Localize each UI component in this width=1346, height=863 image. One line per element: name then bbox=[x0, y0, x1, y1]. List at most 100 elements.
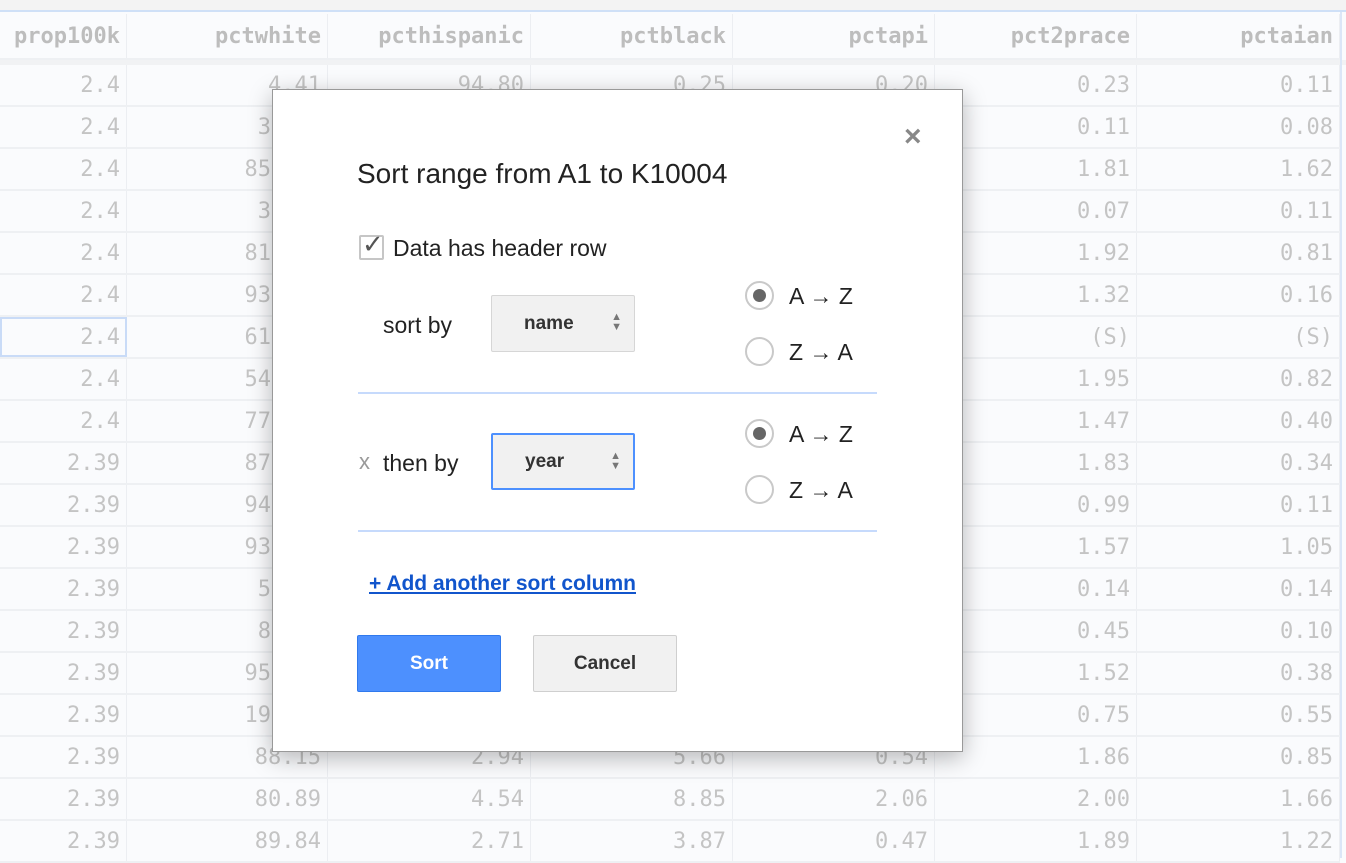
cell-pctblack[interactable]: 8.85 bbox=[531, 779, 733, 819]
cell-pctaian[interactable]: 0.08 bbox=[1137, 107, 1340, 147]
sort-by-select[interactable]: name ▲ ▼ bbox=[491, 295, 635, 352]
cell-pcthispanic[interactable]: 4.54 bbox=[328, 779, 531, 819]
cell-pct2prace[interactable]: 1.86 bbox=[935, 737, 1137, 777]
cell-pct2prace[interactable]: 1.52 bbox=[935, 653, 1137, 693]
cell-pctaian[interactable]: 0.34 bbox=[1137, 443, 1340, 483]
column-header-pcthispanic[interactable]: pcthispanic bbox=[328, 14, 531, 58]
cell-prop100k[interactable]: 2.4 bbox=[0, 149, 127, 189]
table-row: 2.39 80.89 4.54 8.85 2.06 2.00 1.66 bbox=[0, 779, 1340, 821]
cell-pct2prace[interactable]: 0.45 bbox=[935, 611, 1137, 651]
dialog-title: Sort range from A1 to K10004 bbox=[357, 158, 728, 189]
cell-pct2prace[interactable]: 1.92 bbox=[935, 233, 1137, 273]
cell-prop100k[interactable]: 2.39 bbox=[0, 527, 127, 567]
then-by-value: year bbox=[525, 450, 565, 472]
cell-pctaian[interactable]: 1.05 bbox=[1137, 527, 1340, 567]
table-row: 2.39 89.84 2.71 3.87 0.47 1.89 1.22 bbox=[0, 821, 1340, 863]
cell-pct2prace[interactable]: (S) bbox=[935, 317, 1137, 357]
cell-pct2prace[interactable]: 0.07 bbox=[935, 191, 1137, 231]
sort-by-desc-label[interactable]: Z → A bbox=[789, 339, 853, 366]
cell-pctaian[interactable]: 0.11 bbox=[1137, 485, 1340, 525]
cell-pctaian[interactable]: 0.38 bbox=[1137, 653, 1340, 693]
cell-pct2prace[interactable]: 1.89 bbox=[935, 821, 1137, 861]
select-arrows-icon: ▲ ▼ bbox=[610, 450, 621, 472]
cancel-button[interactable]: Cancel bbox=[533, 635, 677, 692]
cell-prop100k[interactable]: 2.4 bbox=[0, 401, 127, 441]
close-icon[interactable]: × bbox=[904, 122, 922, 152]
header-row-label[interactable]: Data has header row bbox=[393, 235, 607, 262]
sort-by-asc-label[interactable]: A → Z bbox=[789, 283, 853, 310]
column-header-pctwhite[interactable]: pctwhite bbox=[127, 14, 328, 58]
cell-prop100k[interactable]: 2.4 bbox=[0, 191, 127, 231]
cell-pctaian[interactable]: 0.82 bbox=[1137, 359, 1340, 399]
sort-by-desc-radio[interactable] bbox=[745, 337, 774, 366]
then-by-asc-label[interactable]: A → Z bbox=[789, 421, 853, 448]
cell-pctaian[interactable]: 0.16 bbox=[1137, 275, 1340, 315]
cell-prop100k[interactable]: 2.39 bbox=[0, 485, 127, 525]
cell-pctaian[interactable]: 0.10 bbox=[1137, 611, 1340, 651]
cell-pct2prace[interactable]: 1.57 bbox=[935, 527, 1137, 567]
cell-pct2prace[interactable]: 0.75 bbox=[935, 695, 1137, 735]
cell-pct2prace[interactable]: 1.47 bbox=[935, 401, 1137, 441]
then-by-desc-label[interactable]: Z → A bbox=[789, 477, 853, 504]
cell-pct2prace[interactable]: 1.95 bbox=[935, 359, 1137, 399]
cell-pct2prace[interactable]: 1.32 bbox=[935, 275, 1137, 315]
cell-pctblack[interactable]: 3.87 bbox=[531, 821, 733, 861]
cell-pctaian[interactable]: 0.81 bbox=[1137, 233, 1340, 273]
cell-prop100k[interactable]: 2.39 bbox=[0, 737, 127, 777]
cell-prop100k[interactable]: 2.39 bbox=[0, 443, 127, 483]
cell-pctaian[interactable]: 0.11 bbox=[1137, 65, 1340, 105]
select-arrows-icon: ▲ ▼ bbox=[611, 311, 622, 333]
then-by-select[interactable]: year ▲ ▼ bbox=[491, 433, 635, 490]
cell-prop100k[interactable]: 2.4 bbox=[0, 317, 127, 357]
sort-by-label: sort by bbox=[383, 312, 453, 338]
sort-range-dialog: × Sort range from A1 to K10004 ✓ Data ha… bbox=[272, 89, 963, 752]
cell-prop100k[interactable]: 2.4 bbox=[0, 65, 127, 105]
cell-pctapi[interactable]: 0.47 bbox=[733, 821, 935, 861]
column-header-pct2prace[interactable]: pct2prace bbox=[935, 14, 1137, 58]
cell-pctapi[interactable]: 2.06 bbox=[733, 779, 935, 819]
cell-pctaian[interactable]: 0.40 bbox=[1137, 401, 1340, 441]
cell-prop100k[interactable]: 2.39 bbox=[0, 821, 127, 861]
then-by-asc-radio[interactable] bbox=[745, 419, 774, 448]
column-header-pctaian[interactable]: pctaian bbox=[1137, 14, 1340, 58]
cell-pct2prace[interactable]: 2.00 bbox=[935, 779, 1137, 819]
cell-pctaian[interactable]: 0.85 bbox=[1137, 737, 1340, 777]
cell-pct2prace[interactable]: 0.99 bbox=[935, 485, 1137, 525]
column-header-pctblack[interactable]: pctblack bbox=[531, 14, 733, 58]
cell-pct2prace[interactable]: 0.11 bbox=[935, 107, 1137, 147]
cell-pct2prace[interactable]: 1.83 bbox=[935, 443, 1137, 483]
checkmark-icon: ✓ bbox=[362, 229, 384, 259]
cell-pcthispanic[interactable]: 2.71 bbox=[328, 821, 531, 861]
cell-prop100k[interactable]: 2.4 bbox=[0, 359, 127, 399]
sort-button[interactable]: Sort bbox=[357, 635, 501, 692]
cell-pctwhite[interactable]: 80.89 bbox=[127, 779, 328, 819]
cell-pctaian[interactable]: 1.62 bbox=[1137, 149, 1340, 189]
cell-pct2prace[interactable]: 1.81 bbox=[935, 149, 1137, 189]
cell-prop100k[interactable]: 2.39 bbox=[0, 611, 127, 651]
column-header-prop100k[interactable]: prop100k bbox=[0, 14, 127, 58]
cell-prop100k[interactable]: 2.4 bbox=[0, 107, 127, 147]
cell-pctaian[interactable]: 1.66 bbox=[1137, 779, 1340, 819]
cell-pctwhite[interactable]: 89.84 bbox=[127, 821, 328, 861]
remove-sort-column-button[interactable]: x bbox=[359, 449, 370, 475]
cell-pctaian[interactable]: (S) bbox=[1137, 317, 1340, 357]
cell-prop100k[interactable]: 2.39 bbox=[0, 569, 127, 609]
then-by-desc-radio[interactable] bbox=[745, 475, 774, 504]
cell-pct2prace[interactable]: 0.14 bbox=[935, 569, 1137, 609]
cell-prop100k[interactable]: 2.39 bbox=[0, 653, 127, 693]
add-sort-column-link[interactable]: + Add another sort column bbox=[369, 572, 636, 596]
cell-pctaian[interactable]: 1.22 bbox=[1137, 821, 1340, 861]
cell-prop100k[interactable]: 2.4 bbox=[0, 233, 127, 273]
cell-pctaian[interactable]: 0.55 bbox=[1137, 695, 1340, 735]
cell-prop100k[interactable]: 2.39 bbox=[0, 779, 127, 819]
cell-prop100k[interactable]: 2.4 bbox=[0, 275, 127, 315]
header-row-checkbox[interactable]: ✓ bbox=[359, 229, 384, 260]
cell-pctaian[interactable]: 0.11 bbox=[1137, 191, 1340, 231]
header-row: prop100k pctwhite pcthispanic pctblack pctap… bbox=[0, 14, 1340, 60]
cell-pctaian[interactable]: 0.14 bbox=[1137, 569, 1340, 609]
cell-prop100k[interactable]: 2.39 bbox=[0, 695, 127, 735]
selection-border bbox=[1340, 12, 1342, 858]
sort-by-asc-radio[interactable] bbox=[745, 281, 774, 310]
cell-pct2prace[interactable]: 0.23 bbox=[935, 65, 1137, 105]
column-header-pctapi[interactable]: pctapi bbox=[733, 14, 935, 58]
